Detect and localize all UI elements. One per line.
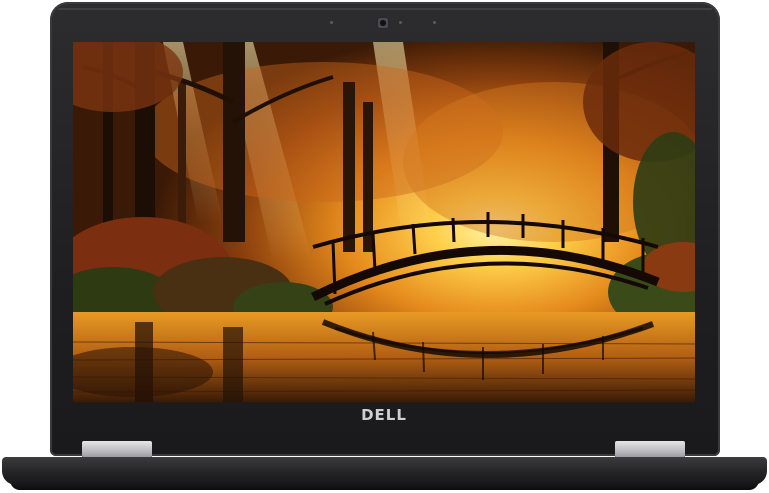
microphone-right (433, 21, 436, 24)
laptop-screen (73, 42, 695, 402)
wallpaper-image (73, 42, 695, 402)
webcam-icon (376, 16, 390, 30)
camera-indicator-light (399, 21, 402, 24)
laptop-product-photo: DELL (0, 0, 769, 493)
bezel-top-edge (58, 8, 712, 10)
brand-logo: DELL (361, 406, 407, 424)
laptop-base-edge (10, 480, 759, 490)
microphone-left (330, 21, 333, 24)
